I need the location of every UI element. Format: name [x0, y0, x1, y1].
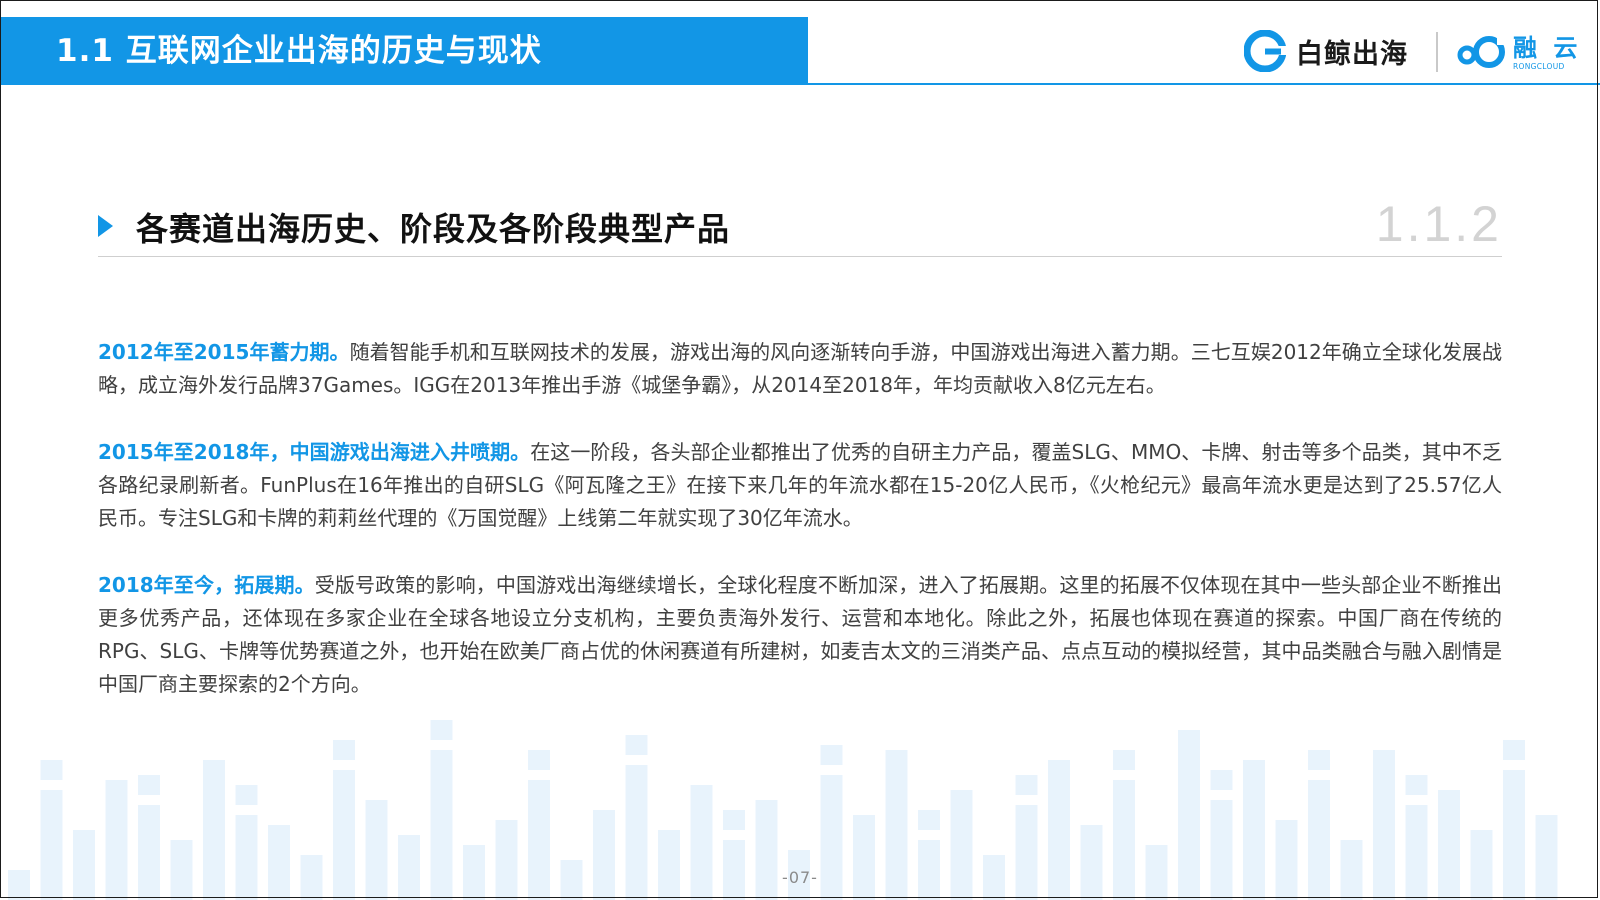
decor-bar-cap [40, 760, 63, 780]
section-heading: 各赛道出海历史、阶段及各阶段典型产品 1.1.2 [98, 196, 1502, 257]
baijing-logo-text: 白鲸出海 [1296, 38, 1408, 70]
rongcloud-logo-cn: 融 云 [1513, 33, 1582, 62]
logo-separator [1436, 32, 1438, 72]
decor-bar [1470, 830, 1493, 900]
decor-bar-cap [528, 750, 550, 770]
decor-bar [235, 815, 258, 900]
rongcloud-logo-icon [1457, 36, 1508, 68]
page-title: 1.1 互联网企业出海的历史与现状 [56, 33, 542, 69]
section-number: 1.1.2 [1375, 196, 1502, 252]
rongcloud-logo: 融 云 RONGCLOUD [1456, 30, 1581, 74]
decor-bar [495, 820, 518, 900]
paragraph-lead: 2012年至2015年蓄力期。 [98, 340, 350, 364]
header-rule [808, 83, 1600, 85]
decor-bar-cap [1503, 740, 1525, 760]
decor-bar [1535, 815, 1558, 900]
rongcloud-logo-en: RONGCLOUD [1513, 61, 1565, 71]
body-text: 2012年至2015年蓄力期。随着智能手机和互联网技术的发展，游戏出海的风向逐渐… [98, 336, 1502, 735]
paragraph-lead: 2015年至2018年，中国游戏出海进入井喷期。 [98, 440, 531, 464]
baijing-logo-icon [1244, 30, 1286, 72]
decor-bar [853, 815, 875, 900]
section-title: 各赛道出海历史、阶段及各阶段典型产品 [136, 210, 731, 248]
decor-bar [73, 830, 95, 900]
decor-bar-cap [1015, 775, 1038, 795]
decor-bar-cap [1210, 770, 1233, 790]
decor-bar-cap [1308, 750, 1330, 770]
paragraph-expansion-period: 2018年至今，拓展期。受版号政策的影响，中国游戏出海继续增长，全球化程度不断加… [98, 569, 1502, 701]
decor-bar-cap [820, 745, 843, 765]
paragraph-accumulation-period: 2012年至2015年蓄力期。随着智能手机和互联网技术的发展，游戏出海的风向逐渐… [98, 336, 1502, 402]
section-arrow-icon [98, 215, 113, 237]
decor-bar-cap [723, 810, 745, 830]
page-number: -07- [782, 868, 818, 887]
decor-bar-cap [430, 720, 453, 740]
paragraph-boom-period: 2015年至2018年，中国游戏出海进入井喷期。在这一阶段，各头部企业都推出了优… [98, 436, 1502, 535]
paragraph-lead: 2018年至今，拓展期。 [98, 573, 315, 597]
decor-bar [1275, 820, 1298, 900]
decor-bar-cap [625, 735, 648, 755]
decor-bar-cap [235, 785, 258, 805]
decor-bar [1080, 825, 1103, 900]
baijing-logo: 白鲸出海 [1244, 28, 1408, 74]
decor-bar-cap [1113, 750, 1135, 770]
decor-bar-cap [333, 740, 355, 760]
decor-bar-cap [138, 775, 160, 795]
decor-bar [268, 825, 290, 900]
decor-bar-cap [1405, 775, 1428, 795]
decor-bar-cap [918, 810, 940, 830]
decor-bar [658, 830, 680, 900]
